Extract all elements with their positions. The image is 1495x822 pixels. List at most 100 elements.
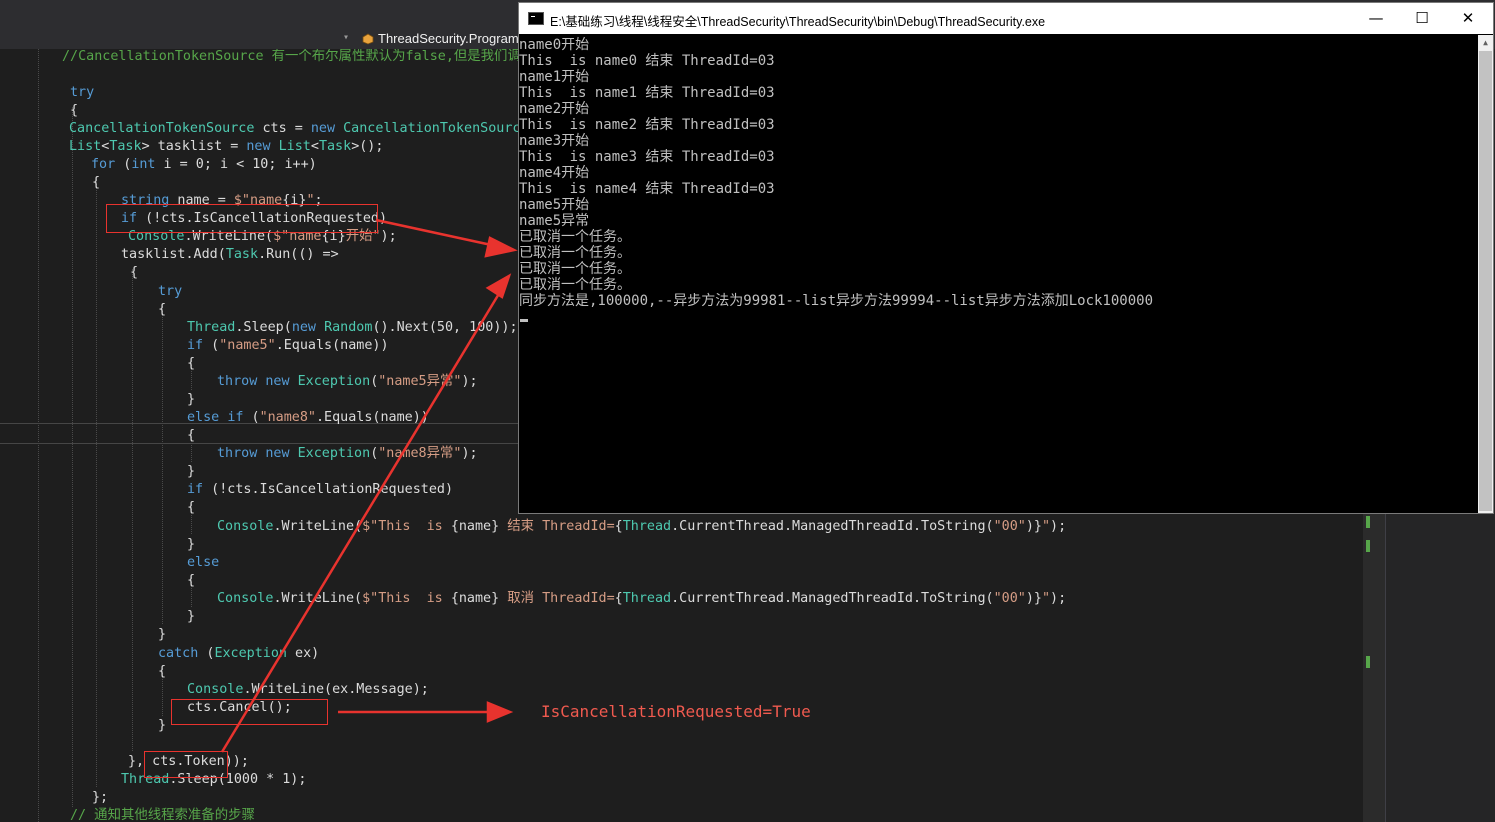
indent-guide — [132, 269, 133, 751]
code-token: Thread — [622, 591, 672, 606]
code-token: new — [265, 446, 290, 461]
code-line: { — [130, 264, 138, 282]
console-title-bar[interactable]: E:\基础练习\线程\线程安全\ThreadSecurity\ThreadSec… — [519, 3, 1493, 34]
code-token: .Equals(name)) — [275, 338, 389, 353]
code-token: ); — [461, 374, 478, 389]
class-selector[interactable]: ThreadSecurity.Program — [378, 31, 519, 46]
dropdown-arrow-icon[interactable]: ▾ — [343, 32, 349, 43]
minimize-button[interactable]: — — [1353, 3, 1399, 34]
code-token: { — [187, 428, 196, 443]
code-line: try — [70, 84, 94, 102]
code-token: Console — [217, 591, 274, 606]
console-line: This is name0 结束 ThreadId=03 — [519, 53, 775, 69]
code-token: " — [1041, 519, 1051, 534]
code-token: .WriteLine(ex.Message); — [243, 682, 429, 697]
code-token: { — [158, 664, 167, 679]
code-token: "name5异常" — [378, 374, 462, 389]
close-button[interactable]: ✕ — [1445, 3, 1491, 34]
code-token: try — [70, 85, 95, 100]
annotation-label: IsCancellationRequested=True — [541, 702, 811, 721]
console-line: name3开始 — [519, 133, 590, 149]
code-line: CancellationTokenSource cts = new Cancel… — [69, 120, 561, 138]
scroll-change-marker — [1366, 516, 1370, 528]
code-token: // 通知其他线程索准备的步骤 — [70, 808, 255, 822]
code-token: } — [187, 609, 196, 624]
code-token: Console — [217, 519, 274, 534]
code-token: Exception — [297, 374, 371, 389]
code-token: {name} — [450, 519, 500, 534]
code-token: try — [158, 284, 183, 299]
code-line: { — [158, 663, 166, 681]
console-output: name0开始 This is name0 结束 ThreadId=03 name1… — [519, 35, 1478, 513]
code-token: if — [227, 410, 244, 425]
code-line: try — [158, 283, 182, 301]
code-token: ( — [115, 157, 132, 172]
code-token: new — [265, 374, 290, 389]
code-token: Thread — [187, 320, 236, 335]
scroll-change-marker — [1366, 540, 1370, 552]
code-line: //CancellationTokenSource 有一个布尔属性默认为fals… — [62, 49, 521, 66]
console-line: name1开始 — [519, 69, 590, 85]
code-token: else — [187, 555, 220, 570]
console-line: This is name3 结束 ThreadId=03 — [519, 149, 775, 165]
code-line: } — [187, 463, 195, 481]
console-line: This is name4 结束 ThreadId=03 — [519, 181, 775, 197]
code-token: } — [187, 537, 196, 552]
code-line: } — [187, 608, 195, 626]
console-line: This is name1 结束 ThreadId=03 — [519, 85, 775, 101]
code-token: .Sleep( — [235, 320, 292, 335]
code-token: "name8异常" — [378, 446, 462, 461]
code-token: ( — [198, 646, 215, 661]
code-token: { — [92, 175, 101, 190]
code-token: CancellationTokenSource — [343, 121, 529, 136]
code-line: throw new Exception("name8异常"); — [217, 445, 478, 463]
code-line: catch (Exception ex) — [158, 645, 319, 663]
code-line: else if ("name8".Equals(name)) — [187, 409, 429, 427]
code-line: { — [187, 499, 195, 517]
code-line: { — [187, 355, 195, 373]
code-token: "name8" — [259, 410, 316, 425]
code-token: catch — [158, 646, 199, 661]
code-token: )} — [1025, 591, 1042, 606]
code-token: Random — [324, 320, 373, 335]
console-scroll-thumb[interactable] — [1479, 51, 1492, 511]
code-line: }; — [92, 789, 108, 807]
code-line: } — [187, 391, 195, 409]
code-line: if ("name5".Equals(name)) — [187, 337, 389, 355]
code-token: ); — [1050, 519, 1067, 534]
code-line: List<Task> tasklist = new List<Task>(); — [69, 138, 383, 156]
code-token: (!cts.IsCancellationRequested) — [203, 482, 454, 497]
code-token: i = 0; i < 10; i++) — [155, 157, 317, 172]
code-token: { — [614, 519, 623, 534]
code-token: ().Next(50, 100)); — [372, 320, 518, 335]
highlight-box-is-cancellation-requested — [106, 204, 378, 233]
maximize-button[interactable]: ☐ — [1399, 3, 1445, 34]
code-token: //CancellationTokenSource 有一个布尔属性默认为fals… — [62, 49, 521, 64]
scroll-change-marker — [1366, 656, 1370, 668]
code-token: )} — [1025, 519, 1042, 534]
code-token: throw — [217, 374, 258, 389]
scroll-up-arrow-icon[interactable]: ▲ — [1478, 37, 1493, 49]
code-token: .WriteLine( — [273, 519, 363, 534]
code-line: { — [92, 174, 100, 192]
code-token: > tasklist = — [141, 139, 247, 154]
code-line: } — [158, 717, 166, 735]
console-window[interactable]: E:\基础练习\线程\线程安全\ThreadSecurity\ThreadSec… — [518, 2, 1494, 514]
code-token: Exception — [214, 646, 287, 661]
code-token: { — [158, 302, 167, 317]
code-line: if (!cts.IsCancellationRequested) — [187, 481, 453, 499]
console-line: 已取消一个任务。 — [519, 245, 631, 261]
code-token: ); — [461, 446, 478, 461]
code-token: } — [158, 718, 167, 733]
code-token: < — [310, 139, 319, 154]
code-token: .Run(() => — [258, 247, 339, 262]
code-token: new — [310, 121, 336, 136]
code-line: { — [70, 102, 78, 120]
console-scrollbar[interactable]: ▲ — [1478, 35, 1493, 513]
code-token: { — [70, 103, 79, 118]
code-token: } — [187, 392, 196, 407]
code-line: { — [187, 427, 195, 445]
code-token: else — [187, 410, 220, 425]
